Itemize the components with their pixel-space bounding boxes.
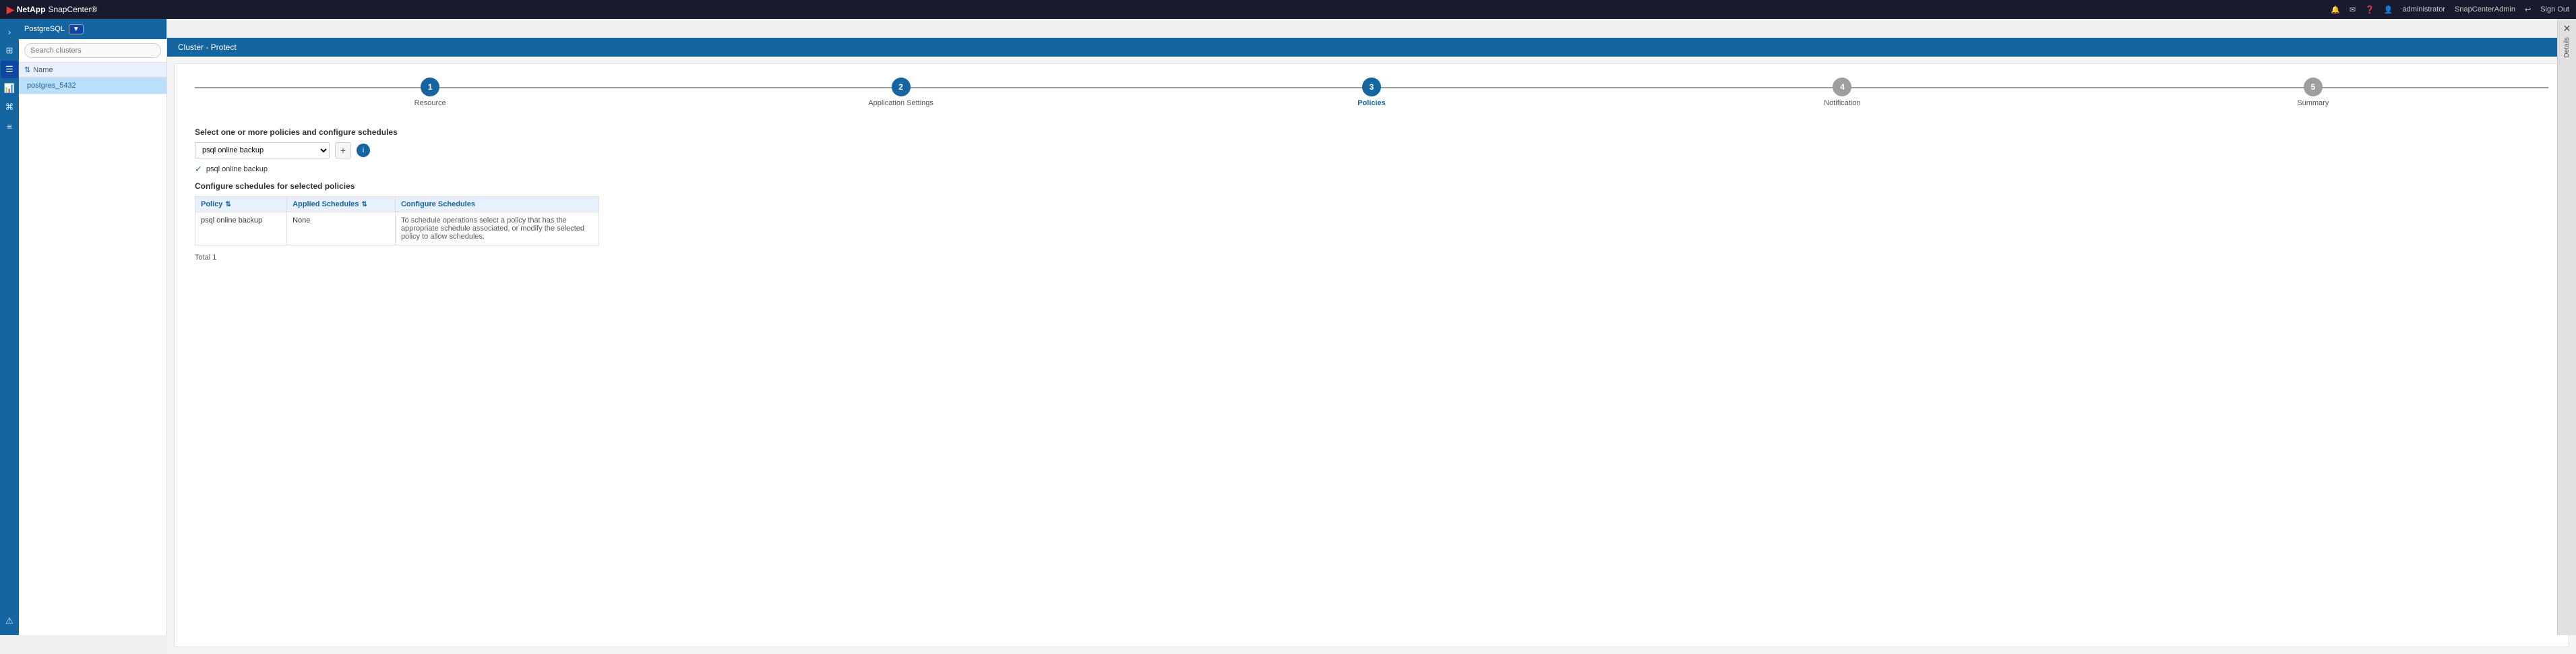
- cluster-sidebar-pill[interactable]: ▼: [69, 24, 84, 34]
- table-cell-policy: psql online backup: [195, 212, 287, 245]
- step-5-summary[interactable]: 5 Summary: [2078, 78, 2548, 107]
- search-input[interactable]: [24, 43, 161, 58]
- step-3-label: Policies: [1357, 99, 1386, 107]
- policy-row: psql online backup + i: [195, 142, 2548, 158]
- table-header-applied-schedules[interactable]: Applied Schedules ⇅: [287, 197, 396, 212]
- netapp-logo-icon: ▶: [7, 4, 14, 16]
- details-panel[interactable]: ✕ Details: [2557, 19, 2576, 635]
- policy-table: Policy ⇅ Applied Schedules ⇅ Configure S…: [195, 196, 599, 245]
- top-bar-right: 🔔 ✉ ❓ 👤 administrator SnapCenterAdmin ↩ …: [2331, 5, 2569, 14]
- table-header-configure-schedules: Configure Schedules: [395, 197, 599, 212]
- nav-inventory-icon[interactable]: ☰: [1, 61, 18, 78]
- step-1-circle: 1: [421, 78, 439, 96]
- wizard-container: 1 Resource 2 Application Settings 3 Poli…: [174, 63, 2569, 647]
- cluster-list: postgres_5432: [19, 78, 166, 635]
- breadcrumb-bar: Cluster - Protect: [167, 38, 2576, 57]
- step-5-circle: 5: [2304, 78, 2323, 96]
- checked-policy-label: psql online backup: [206, 165, 268, 173]
- left-nav: › ⊞ ☰ 📊 ⌘ ≡ ⚠: [0, 19, 19, 635]
- snapcenter-name: SnapCenter®: [48, 5, 97, 14]
- steps-bar: 1 Resource 2 Application Settings 3 Poli…: [195, 78, 2548, 107]
- main-content: Cluster - Protect 1 Resource 2 Applicati…: [167, 38, 2576, 654]
- nav-grid-icon[interactable]: ⊞: [1, 42, 18, 59]
- step-5-label: Summary: [2297, 99, 2329, 107]
- details-label: Details: [2563, 37, 2571, 58]
- signout-icon: ↩: [2525, 5, 2531, 14]
- plus-icon: +: [340, 145, 346, 156]
- cluster-item-postgres5432[interactable]: postgres_5432: [19, 78, 166, 94]
- app-name: NetApp: [17, 5, 46, 14]
- cluster-list-header: ⇅ Name: [19, 63, 166, 78]
- table-row: psql online backup None To schedule oper…: [195, 212, 599, 245]
- nav-expand-icon[interactable]: ›: [1, 23, 18, 40]
- admin-label[interactable]: SnapCenterAdmin: [2455, 5, 2515, 13]
- step-4-notification[interactable]: 4 Notification: [1607, 78, 2077, 107]
- cluster-sidebar-title: PostgreSQL: [24, 25, 65, 33]
- close-button[interactable]: ✕: [2563, 23, 2571, 34]
- nav-settings-icon[interactable]: ≡: [1, 117, 18, 135]
- step-4-label: Notification: [1824, 99, 1860, 107]
- checked-policy-item: ✓ psql online backup: [195, 164, 2548, 175]
- table-cell-applied-schedules: None: [287, 212, 396, 245]
- info-button[interactable]: i: [357, 144, 370, 157]
- table-cell-configure-schedules: To schedule operations select a policy t…: [395, 212, 599, 245]
- username-label: administrator: [2403, 5, 2446, 13]
- sort-icon-schedules: ⇅: [362, 201, 367, 208]
- add-policy-button[interactable]: +: [335, 142, 351, 158]
- breadcrumb-text: Cluster - Protect: [178, 42, 237, 52]
- cluster-sidebar: PostgreSQL ▼ ⇅ Name postgres_5432: [19, 19, 167, 635]
- check-icon: ✓: [195, 164, 202, 175]
- step-3-circle: 3: [1362, 78, 1381, 96]
- mail-icon[interactable]: ✉: [2350, 5, 2356, 14]
- nav-reports-icon[interactable]: 📊: [1, 80, 18, 97]
- top-bar: ▶ NetApp SnapCenter® 🔔 ✉ ❓ 👤 administrat…: [0, 0, 2576, 19]
- sort-icon[interactable]: ⇅: [24, 65, 30, 74]
- configure-schedules-title: Configure schedules for selected policie…: [195, 181, 2548, 191]
- step-1-resource[interactable]: 1 Resource: [195, 78, 665, 107]
- sort-icon-policy: ⇅: [225, 201, 231, 208]
- applied-schedules-sort[interactable]: Applied Schedules ⇅: [293, 200, 390, 208]
- top-bar-left: ▶ NetApp SnapCenter®: [7, 4, 97, 16]
- step-4-circle: 4: [1833, 78, 1851, 96]
- policy-dropdown[interactable]: psql online backup: [195, 142, 330, 158]
- app-logo: ▶ NetApp SnapCenter®: [7, 4, 97, 16]
- total-text: Total 1: [195, 254, 2548, 262]
- step-2-circle: 2: [892, 78, 911, 96]
- policy-section-title: Select one or more policies and configur…: [195, 127, 2548, 137]
- step-1-label: Resource: [415, 99, 446, 107]
- policy-sort[interactable]: Policy ⇅: [201, 200, 281, 208]
- nav-topology-icon[interactable]: ⌘: [1, 98, 18, 116]
- help-icon[interactable]: ❓: [2365, 5, 2374, 14]
- user-icon: 👤: [2384, 5, 2393, 14]
- info-icon: i: [363, 146, 364, 154]
- step-3-policies[interactable]: 3 Policies: [1136, 78, 1607, 107]
- search-box: [19, 39, 166, 63]
- step-2-label: Application Settings: [868, 99, 933, 107]
- cluster-column-name: Name: [33, 66, 53, 74]
- step-2-appsettings[interactable]: 2 Application Settings: [665, 78, 1136, 107]
- nav-alerts-icon[interactable]: ⚠: [1, 612, 18, 630]
- table-header-policy[interactable]: Policy ⇅: [195, 197, 287, 212]
- notification-icon[interactable]: 🔔: [2331, 5, 2340, 14]
- signout-label[interactable]: Sign Out: [2540, 5, 2569, 13]
- cluster-sidebar-header: PostgreSQL ▼: [19, 19, 166, 39]
